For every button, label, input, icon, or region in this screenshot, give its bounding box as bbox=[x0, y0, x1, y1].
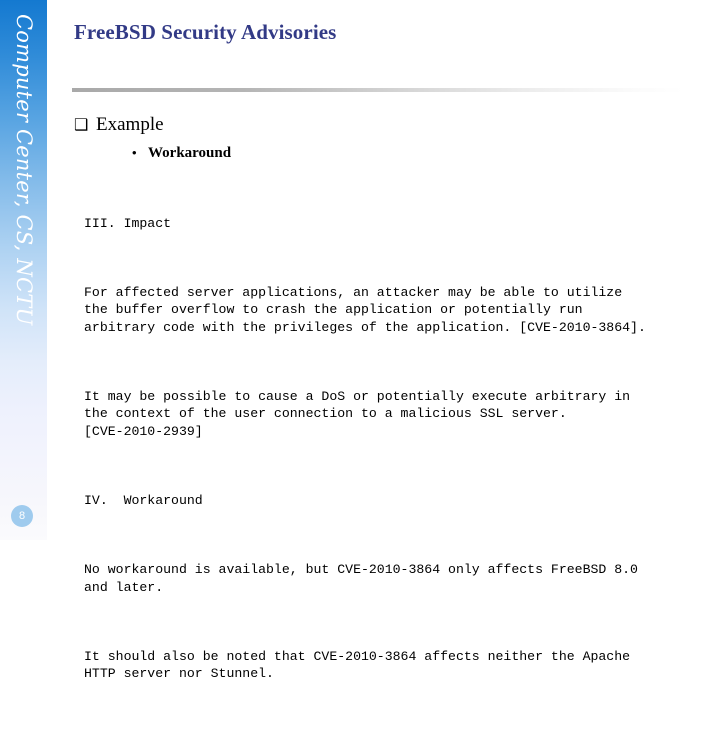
advisory-body: III. Impact For affected server applicat… bbox=[84, 180, 699, 735]
advisory-workaround-paragraph-1: No workaround is available, but CVE-2010… bbox=[84, 562, 638, 595]
page-number-badge: 8 bbox=[11, 505, 33, 527]
advisory-impact-paragraph-2: It may be possible to cause a DoS or pot… bbox=[84, 389, 631, 439]
outline-item-workaround: • Workaround bbox=[132, 143, 694, 163]
sidebar-brand-label: Computer Center, CS, NCTU bbox=[12, 14, 36, 326]
advisory-heading-impact: III. Impact bbox=[84, 215, 172, 231]
advisory-heading-workaround: IV. Workaround bbox=[84, 493, 203, 509]
advisory-workaround-paragraph-2: It should also be noted that CVE-2010-38… bbox=[84, 648, 631, 682]
square-bullet-icon: ❑ bbox=[74, 117, 89, 134]
outline-item-workaround-label: Workaround bbox=[148, 145, 232, 161]
sidebar-brand-bar: Computer Center, CS, NCTU 8 bbox=[0, 0, 47, 540]
advisory-impact-paragraph-1: For affected server applications, an att… bbox=[84, 285, 646, 335]
page-title: FreeBSD Security Advisories bbox=[74, 20, 337, 44]
outline-list: ❑ Example • Workaround bbox=[74, 113, 694, 163]
dot-bullet-icon: • bbox=[132, 145, 137, 160]
outline-item-example: ❑ Example bbox=[74, 113, 694, 138]
slide-canvas: Computer Center, CS, NCTU 8 FreeBSD Secu… bbox=[0, 0, 720, 681]
title-divider bbox=[72, 88, 684, 92]
outline-item-example-label: Example bbox=[96, 114, 164, 135]
